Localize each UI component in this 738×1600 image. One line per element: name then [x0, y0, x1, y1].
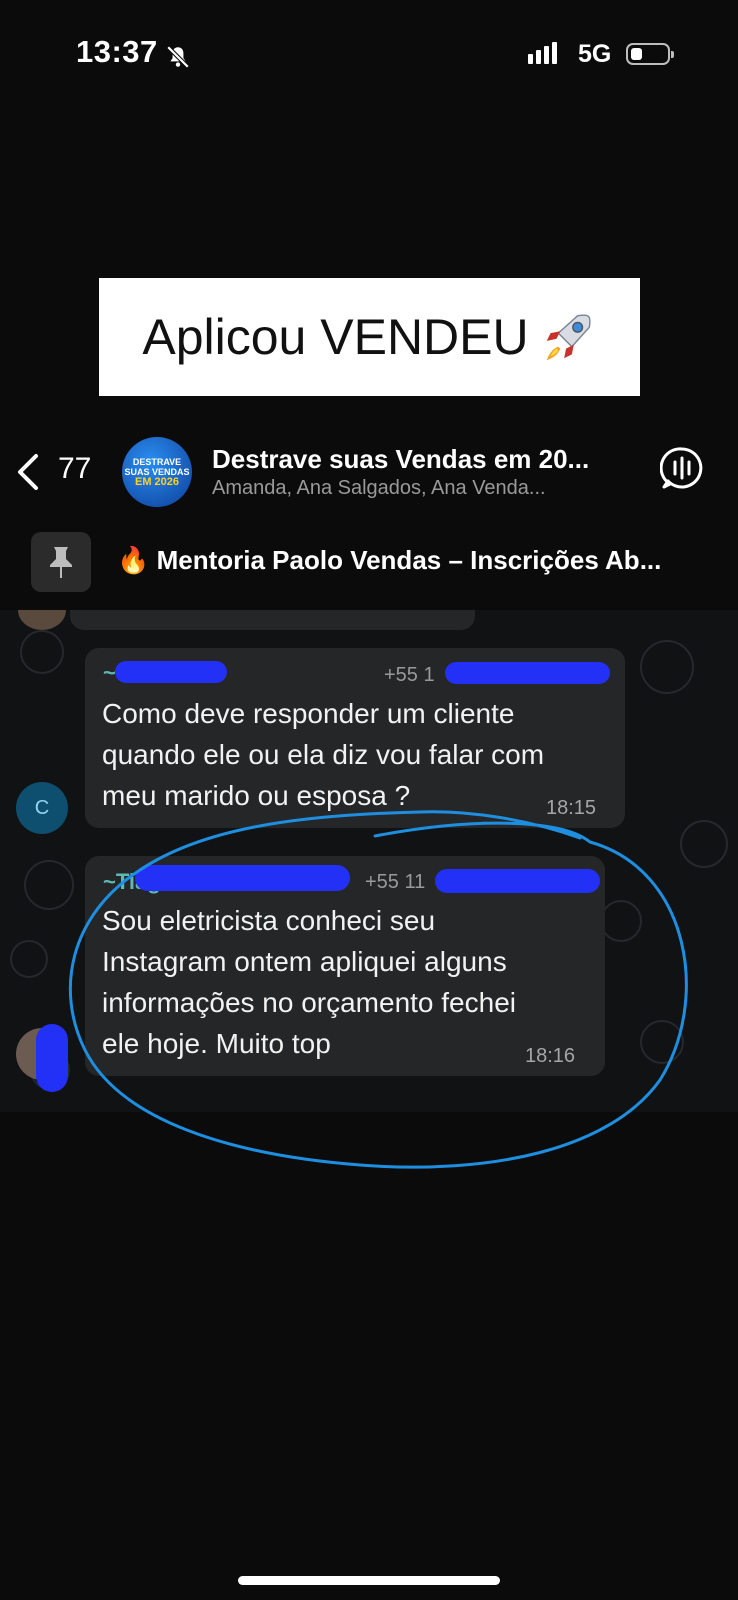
home-indicator[interactable]	[238, 1576, 500, 1585]
annotation-ellipse	[68, 810, 688, 1169]
